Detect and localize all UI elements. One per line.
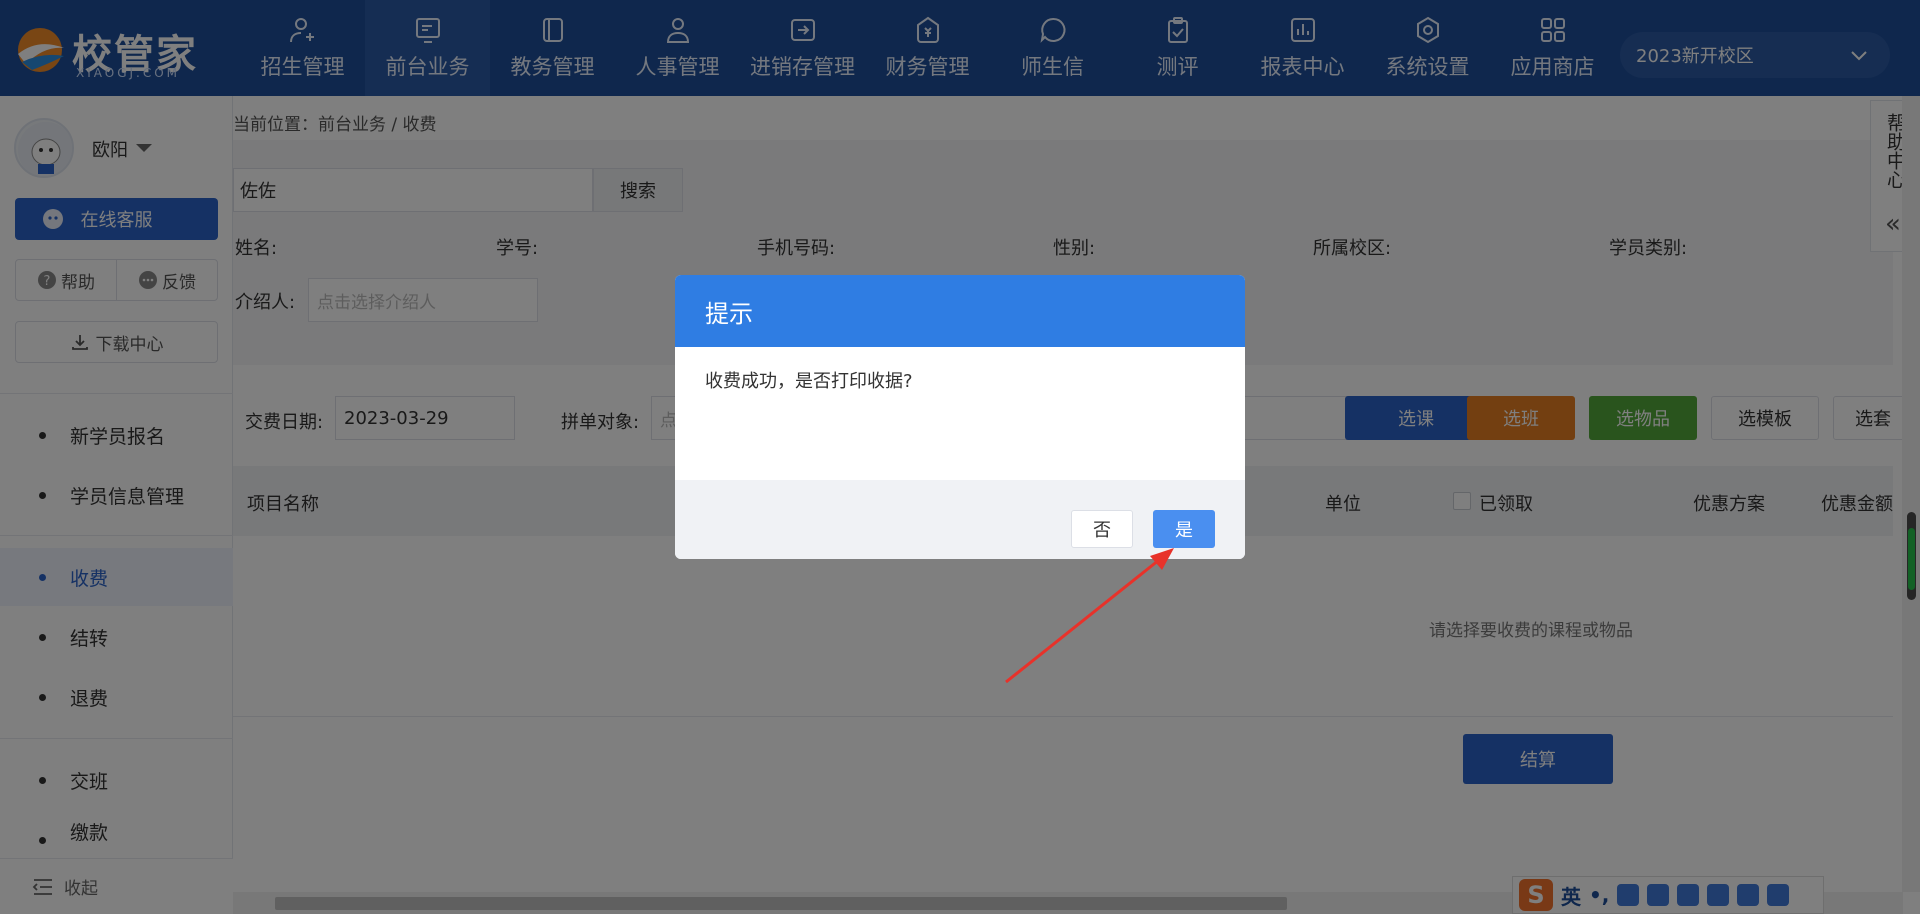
dialog-title: 提示 [675, 275, 1245, 347]
dialog-footer: 否 是 [675, 480, 1245, 559]
dialog-message: 收费成功，是否打印收据? [705, 371, 913, 392]
no-button[interactable]: 否 [1071, 510, 1133, 548]
prompt-dialog: 提示 收费成功，是否打印收据? 否 是 [675, 275, 1245, 559]
yes-button[interactable]: 是 [1153, 510, 1215, 548]
